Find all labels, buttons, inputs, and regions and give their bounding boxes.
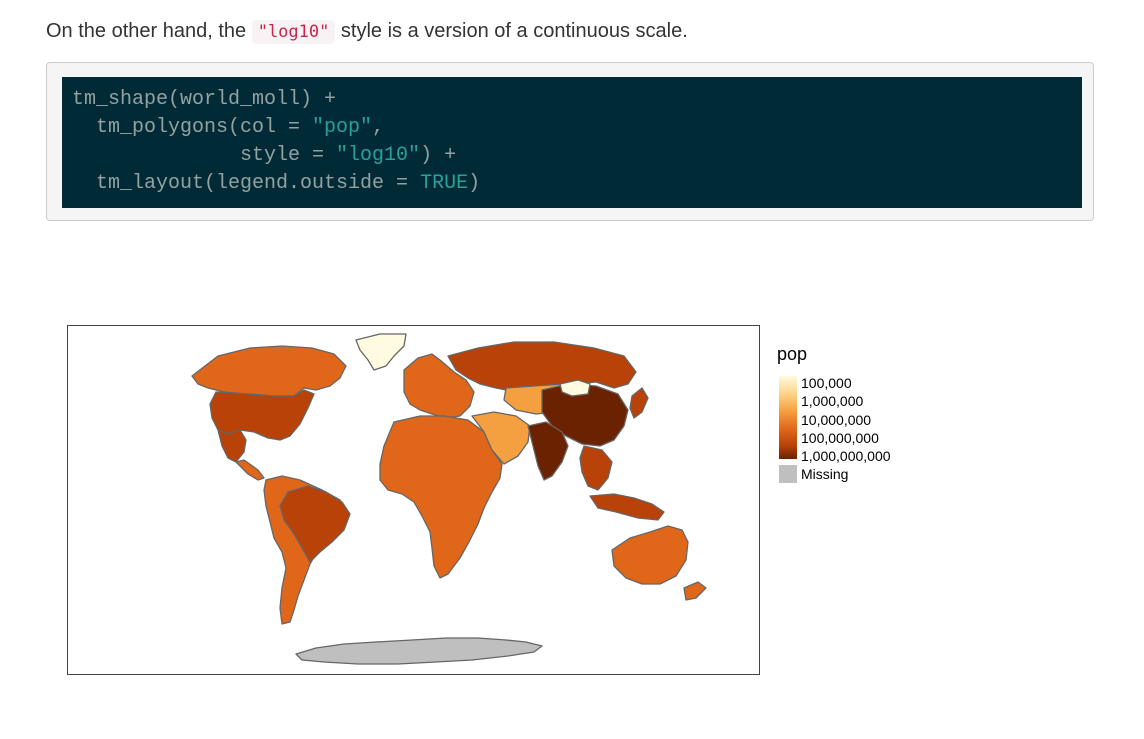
legend-label: 1,000,000: [801, 393, 864, 410]
intro-paragraph: On the other hand, the "log10" style is …: [46, 16, 688, 47]
map-region-mongolia: [559, 379, 591, 397]
legend-label: 100,000,000: [801, 429, 879, 446]
legend-label: 100,000: [801, 375, 852, 391]
map-region-australia: [611, 525, 689, 585]
legend-label: 1,000,000,000: [801, 448, 891, 465]
map-region-central-america: [235, 459, 265, 481]
inline-code-log10: "log10": [251, 20, 336, 44]
legend-title: pop: [777, 344, 808, 364]
world-map-frame: [67, 325, 760, 675]
map-region-russia: [447, 341, 637, 393]
code-line-2: tm_polygons(col = "pop",: [72, 116, 385, 139]
map-region-mexico: [217, 429, 247, 463]
map-region-greenland: [355, 333, 407, 371]
map-region-indonesia: [589, 493, 665, 521]
map-region-canada: [191, 345, 347, 397]
map-region-japan: [629, 387, 649, 419]
map-region-southeast-asia: [579, 445, 613, 491]
legend-labels: 100,000 1,000,000 10,000,000 100,000,000…: [801, 374, 891, 465]
legend-label: 10,000,000: [801, 411, 872, 428]
code-panel: tm_shape(world_moll) + tm_polygons(col =…: [46, 62, 1094, 221]
map-region-africa: [379, 415, 503, 579]
intro-text-prefix: On the other hand, the: [46, 20, 252, 42]
code-line-1: tm_shape(world_moll) +: [72, 88, 337, 111]
intro-text-suffix: style is a version of a continuous scale…: [335, 20, 688, 42]
code-line-4: tm_layout(legend.outside = TRUE): [72, 172, 481, 195]
map-legend: pop 100,000 1,000,000 10,000,000 100,000…: [777, 343, 937, 483]
legend-missing-label: Missing: [801, 466, 849, 482]
map-region-antarctica: [295, 637, 543, 665]
legend-missing-swatch: [779, 465, 797, 483]
code-block[interactable]: tm_shape(world_moll) + tm_polygons(col =…: [62, 77, 1082, 208]
code-line-3: style = "log10") +: [72, 144, 457, 167]
world-map: [191, 333, 707, 665]
map-region-new-zealand: [683, 581, 707, 601]
legend-color-ramp: [779, 376, 797, 459]
